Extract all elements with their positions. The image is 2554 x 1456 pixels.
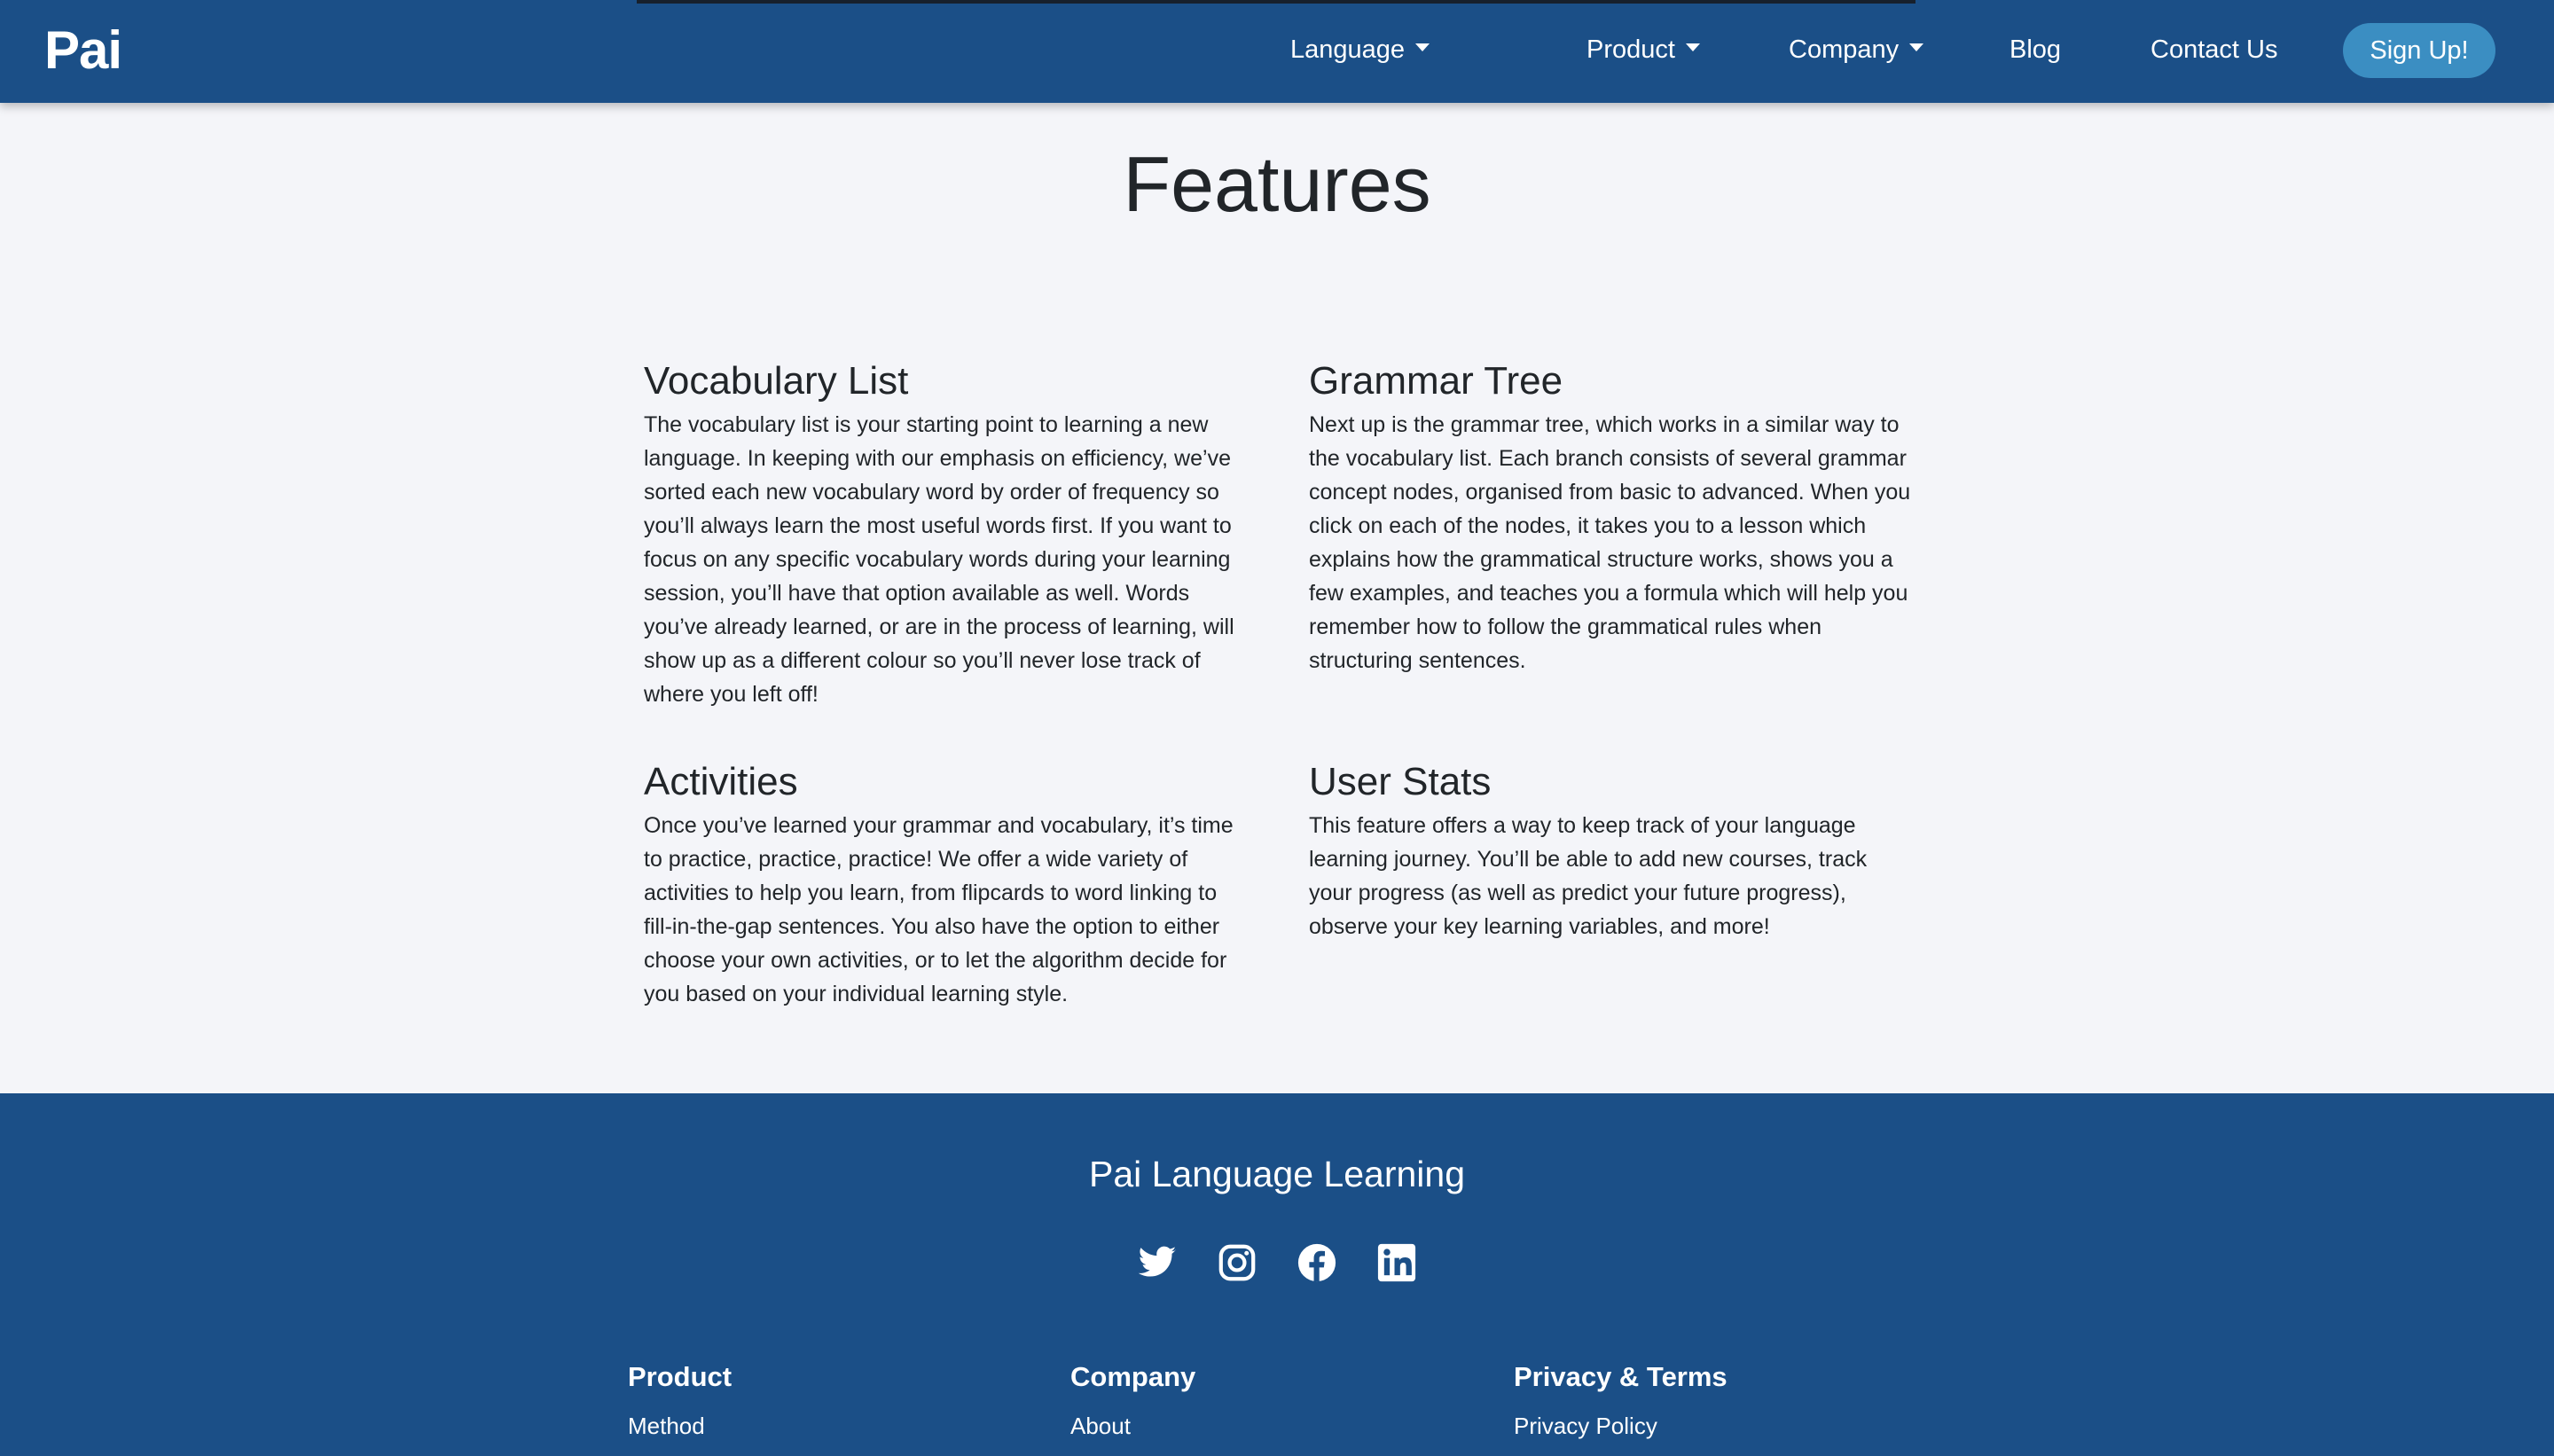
nav-language-label: Language bbox=[1290, 35, 1406, 64]
feature-description: This feature offers a way to keep track … bbox=[1309, 813, 1868, 939]
feature-user-stats: User Stats This feature offers a way to … bbox=[1309, 759, 1912, 943]
caret-down-icon bbox=[1415, 43, 1430, 51]
caret-down-icon bbox=[1909, 43, 1924, 51]
pai-logo[interactable]: Pai bbox=[44, 20, 122, 82]
twitter-icon[interactable] bbox=[1137, 1242, 1178, 1283]
sign-up-button[interactable]: Sign Up! bbox=[2343, 23, 2495, 78]
footer-privacy-heading: Privacy & Terms bbox=[1514, 1361, 1727, 1392]
nav-blog-link[interactable]: Blog bbox=[2010, 0, 2061, 103]
caret-down-icon bbox=[1685, 43, 1700, 51]
site-footer: Pai Language Learning Product Method Com… bbox=[0, 1093, 2554, 1456]
feature-grammar-tree: Grammar Tree Next up is the grammar tree… bbox=[1309, 358, 1912, 677]
nav-contact-link[interactable]: Contact Us bbox=[2151, 0, 2277, 103]
nav-language-dropdown[interactable]: Language bbox=[1290, 0, 1430, 103]
feature-activities: Activities Once you’ve learned your gram… bbox=[644, 759, 1247, 1011]
nav-company-label: Company bbox=[1789, 35, 1900, 64]
page-title: Features bbox=[1123, 140, 1431, 228]
nav-company-dropdown[interactable]: Company bbox=[1789, 0, 1924, 103]
feature-title: Activities bbox=[644, 760, 798, 803]
footer-brand: Pai Language Learning bbox=[1088, 1154, 1466, 1194]
feature-vocabulary-list: Vocabulary List The vocabulary list is y… bbox=[644, 358, 1247, 711]
instagram-icon[interactable] bbox=[1217, 1242, 1257, 1283]
nav-product-dropdown[interactable]: Product bbox=[1586, 0, 1700, 103]
feature-title: User Stats bbox=[1309, 760, 1492, 803]
footer-link-privacy-policy[interactable]: Privacy Policy bbox=[1514, 1411, 1657, 1441]
top-navbar: Pai Language Product Company Blog Contac… bbox=[0, 0, 2554, 103]
footer-link-method[interactable]: Method bbox=[628, 1411, 705, 1441]
feature-description: Next up is the grammar tree, which works… bbox=[1309, 412, 1911, 673]
nav-product-label: Product bbox=[1586, 35, 1675, 64]
feature-title: Vocabulary List bbox=[644, 359, 909, 403]
footer-product-heading: Product bbox=[628, 1361, 733, 1392]
feature-title: Grammar Tree bbox=[1309, 359, 1563, 403]
feature-description: Once you’ve learned your grammar and voc… bbox=[644, 813, 1234, 1006]
linkedin-icon[interactable] bbox=[1376, 1242, 1417, 1283]
facebook-icon[interactable] bbox=[1297, 1242, 1337, 1283]
feature-description: The vocabulary list is your starting poi… bbox=[644, 412, 1234, 707]
footer-company-heading: Company bbox=[1070, 1361, 1196, 1392]
footer-link-about[interactable]: About bbox=[1070, 1411, 1131, 1441]
